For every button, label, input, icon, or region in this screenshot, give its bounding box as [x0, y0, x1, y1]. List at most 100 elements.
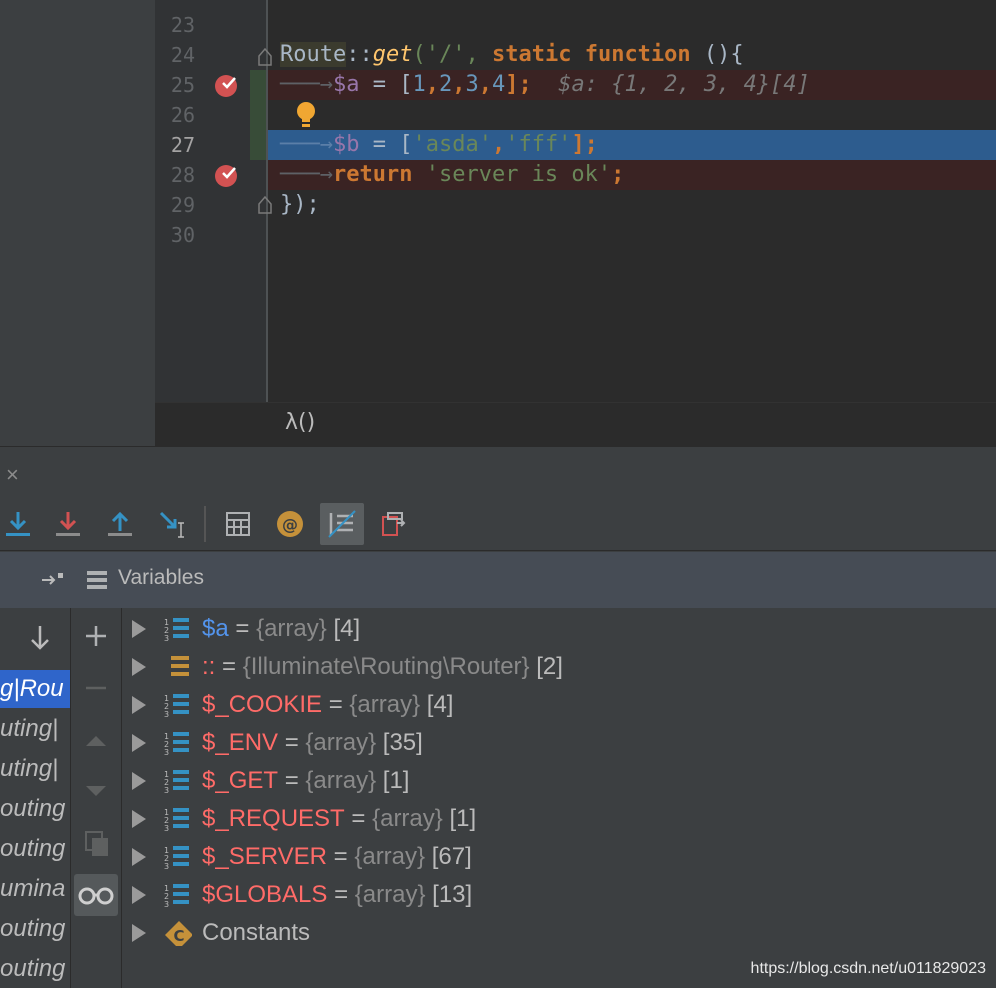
- code-token-number: 2: [438, 72, 453, 97]
- watermark: https://blog.csdn.net/u011829023: [750, 960, 986, 977]
- breakpoint-icon[interactable]: [214, 162, 240, 188]
- evaluate-expression-icon[interactable]: [220, 506, 256, 542]
- variable-row[interactable]: 123 $_GET = {array} [1]: [122, 762, 409, 800]
- move-up-icon[interactable]: [84, 730, 108, 750]
- breadcrumb-bar: [155, 402, 996, 447]
- expand-icon[interactable]: [132, 810, 146, 828]
- frame-item-selected[interactable]: g|Rou: [0, 670, 70, 708]
- fold-icon[interactable]: [258, 48, 272, 66]
- constants-icon: C: [165, 921, 192, 946]
- array-icon: 123: [164, 884, 189, 908]
- variable-row-constants[interactable]: C Constants: [122, 914, 310, 952]
- frame-item[interactable]: uting|: [0, 750, 70, 788]
- line-number: 23: [170, 13, 195, 37]
- expand-icon[interactable]: [132, 886, 146, 904]
- copy-icon[interactable]: [84, 830, 110, 858]
- step-out-icon[interactable]: [102, 506, 138, 542]
- code-token: ::: [346, 42, 373, 67]
- changed-lines-marker: [250, 70, 267, 160]
- code-token-keyword: static: [491, 42, 572, 67]
- code-token-string: 'server is ok': [425, 162, 612, 187]
- line-number: 26: [170, 103, 195, 127]
- lightbulb-icon[interactable]: [293, 100, 319, 130]
- glasses-icon: [78, 887, 114, 905]
- variable-count: [67]: [425, 843, 472, 870]
- code-line-25: ───→$a = [1,2,3,4]; $a: {1, 2, 3, 4}[4]: [280, 72, 810, 97]
- expand-icon[interactable]: [132, 848, 146, 866]
- variable-row[interactable]: 123 $_ENV = {array} [35]: [122, 724, 423, 762]
- annotation-icon[interactable]: @: [272, 506, 308, 542]
- move-down-icon[interactable]: [84, 782, 108, 802]
- frame-item[interactable]: outing: [0, 910, 70, 948]
- frame-item[interactable]: outing: [0, 950, 70, 988]
- code-token: ('/',: [412, 42, 492, 67]
- variable-name: $_GET: [202, 767, 279, 794]
- code-token-variable: $b: [332, 132, 360, 157]
- restore-layout-icon[interactable]: [374, 506, 410, 542]
- code-token: ,: [478, 72, 492, 97]
- pin-icon[interactable]: [40, 570, 66, 590]
- variable-count: [2]: [529, 653, 563, 680]
- step-into-icon[interactable]: [0, 506, 36, 542]
- variable-name: $GLOBALS: [202, 881, 328, 908]
- svg-text:3: 3: [164, 862, 169, 870]
- variable-type: {array}: [354, 843, 426, 870]
- force-step-into-icon[interactable]: [50, 506, 86, 542]
- variable-count: [1]: [442, 805, 477, 832]
- code-line-27: ───→$b = ['asda','fff'];: [280, 132, 598, 157]
- code-token-variable: $a: [332, 72, 360, 97]
- variable-row[interactable]: 123 $_SERVER = {array} [67]: [122, 838, 472, 876]
- object-icon: [171, 656, 189, 676]
- variable-row[interactable]: 123 $_REQUEST = {array} [1]: [122, 800, 476, 838]
- variable-equals: =: [278, 767, 306, 794]
- arrow-down-icon[interactable]: [28, 624, 52, 652]
- frame-item[interactable]: uting|: [0, 710, 70, 748]
- variable-row[interactable]: 123 $GLOBALS = {array} [13]: [122, 876, 472, 914]
- variable-name: $_ENV: [202, 729, 279, 756]
- array-icon: 123: [164, 846, 189, 870]
- variable-equals: =: [228, 615, 257, 642]
- add-watch-icon[interactable]: [84, 624, 108, 648]
- toolbar-separator: [204, 506, 206, 542]
- expand-icon[interactable]: [132, 924, 146, 942]
- code-token: ,: [425, 72, 439, 97]
- breadcrumb[interactable]: λ(): [285, 410, 315, 435]
- code-token: });: [280, 192, 320, 217]
- code-line-24: Route::get('/', static function (){: [280, 40, 744, 70]
- breakpoint-icon[interactable]: [214, 72, 240, 98]
- svg-text:3: 3: [164, 634, 169, 642]
- debug-toolbar: [0, 498, 996, 551]
- close-icon[interactable]: ×: [6, 462, 19, 488]
- line-number: 28: [170, 163, 195, 187]
- variable-row[interactable]: :: = {Illuminate\Routing\Router} [2]: [122, 648, 563, 686]
- variable-row[interactable]: 123 $_COOKIE = {array} [4]: [122, 686, 453, 724]
- frame-item[interactable]: outing: [0, 790, 70, 828]
- debug-tab-strip: [0, 446, 996, 500]
- code-editor-empty[interactable]: [155, 220, 996, 402]
- expand-icon[interactable]: [132, 696, 146, 714]
- svg-text:3: 3: [164, 900, 169, 908]
- code-token: (){: [690, 42, 744, 67]
- variable-equals: =: [326, 843, 355, 870]
- array-icon: 123: [164, 808, 189, 832]
- line-number: 30: [170, 223, 195, 247]
- run-to-cursor-icon[interactable]: [154, 506, 190, 542]
- expand-icon[interactable]: [132, 620, 146, 638]
- frame-item[interactable]: outing: [0, 830, 70, 868]
- code-token-keyword: function: [584, 42, 691, 67]
- svg-text:3: 3: [164, 710, 169, 718]
- expand-icon[interactable]: [132, 734, 146, 752]
- frame-item[interactable]: umina: [0, 870, 70, 908]
- show-watches-toggle[interactable]: [74, 874, 118, 916]
- variable-row[interactable]: 123 $a = {array} [4]: [122, 610, 360, 648]
- show-values-inline-toggle[interactable]: [320, 503, 364, 545]
- fold-icon[interactable]: [258, 196, 272, 214]
- editor-left-strip: [0, 0, 155, 446]
- variable-name: $a: [202, 615, 229, 642]
- variable-name: Constants: [202, 919, 311, 946]
- variable-equals: =: [215, 653, 243, 680]
- remove-watch-icon[interactable]: [84, 676, 108, 700]
- expand-icon[interactable]: [132, 772, 146, 790]
- variable-type: {array}: [354, 881, 426, 908]
- expand-icon[interactable]: [132, 658, 146, 676]
